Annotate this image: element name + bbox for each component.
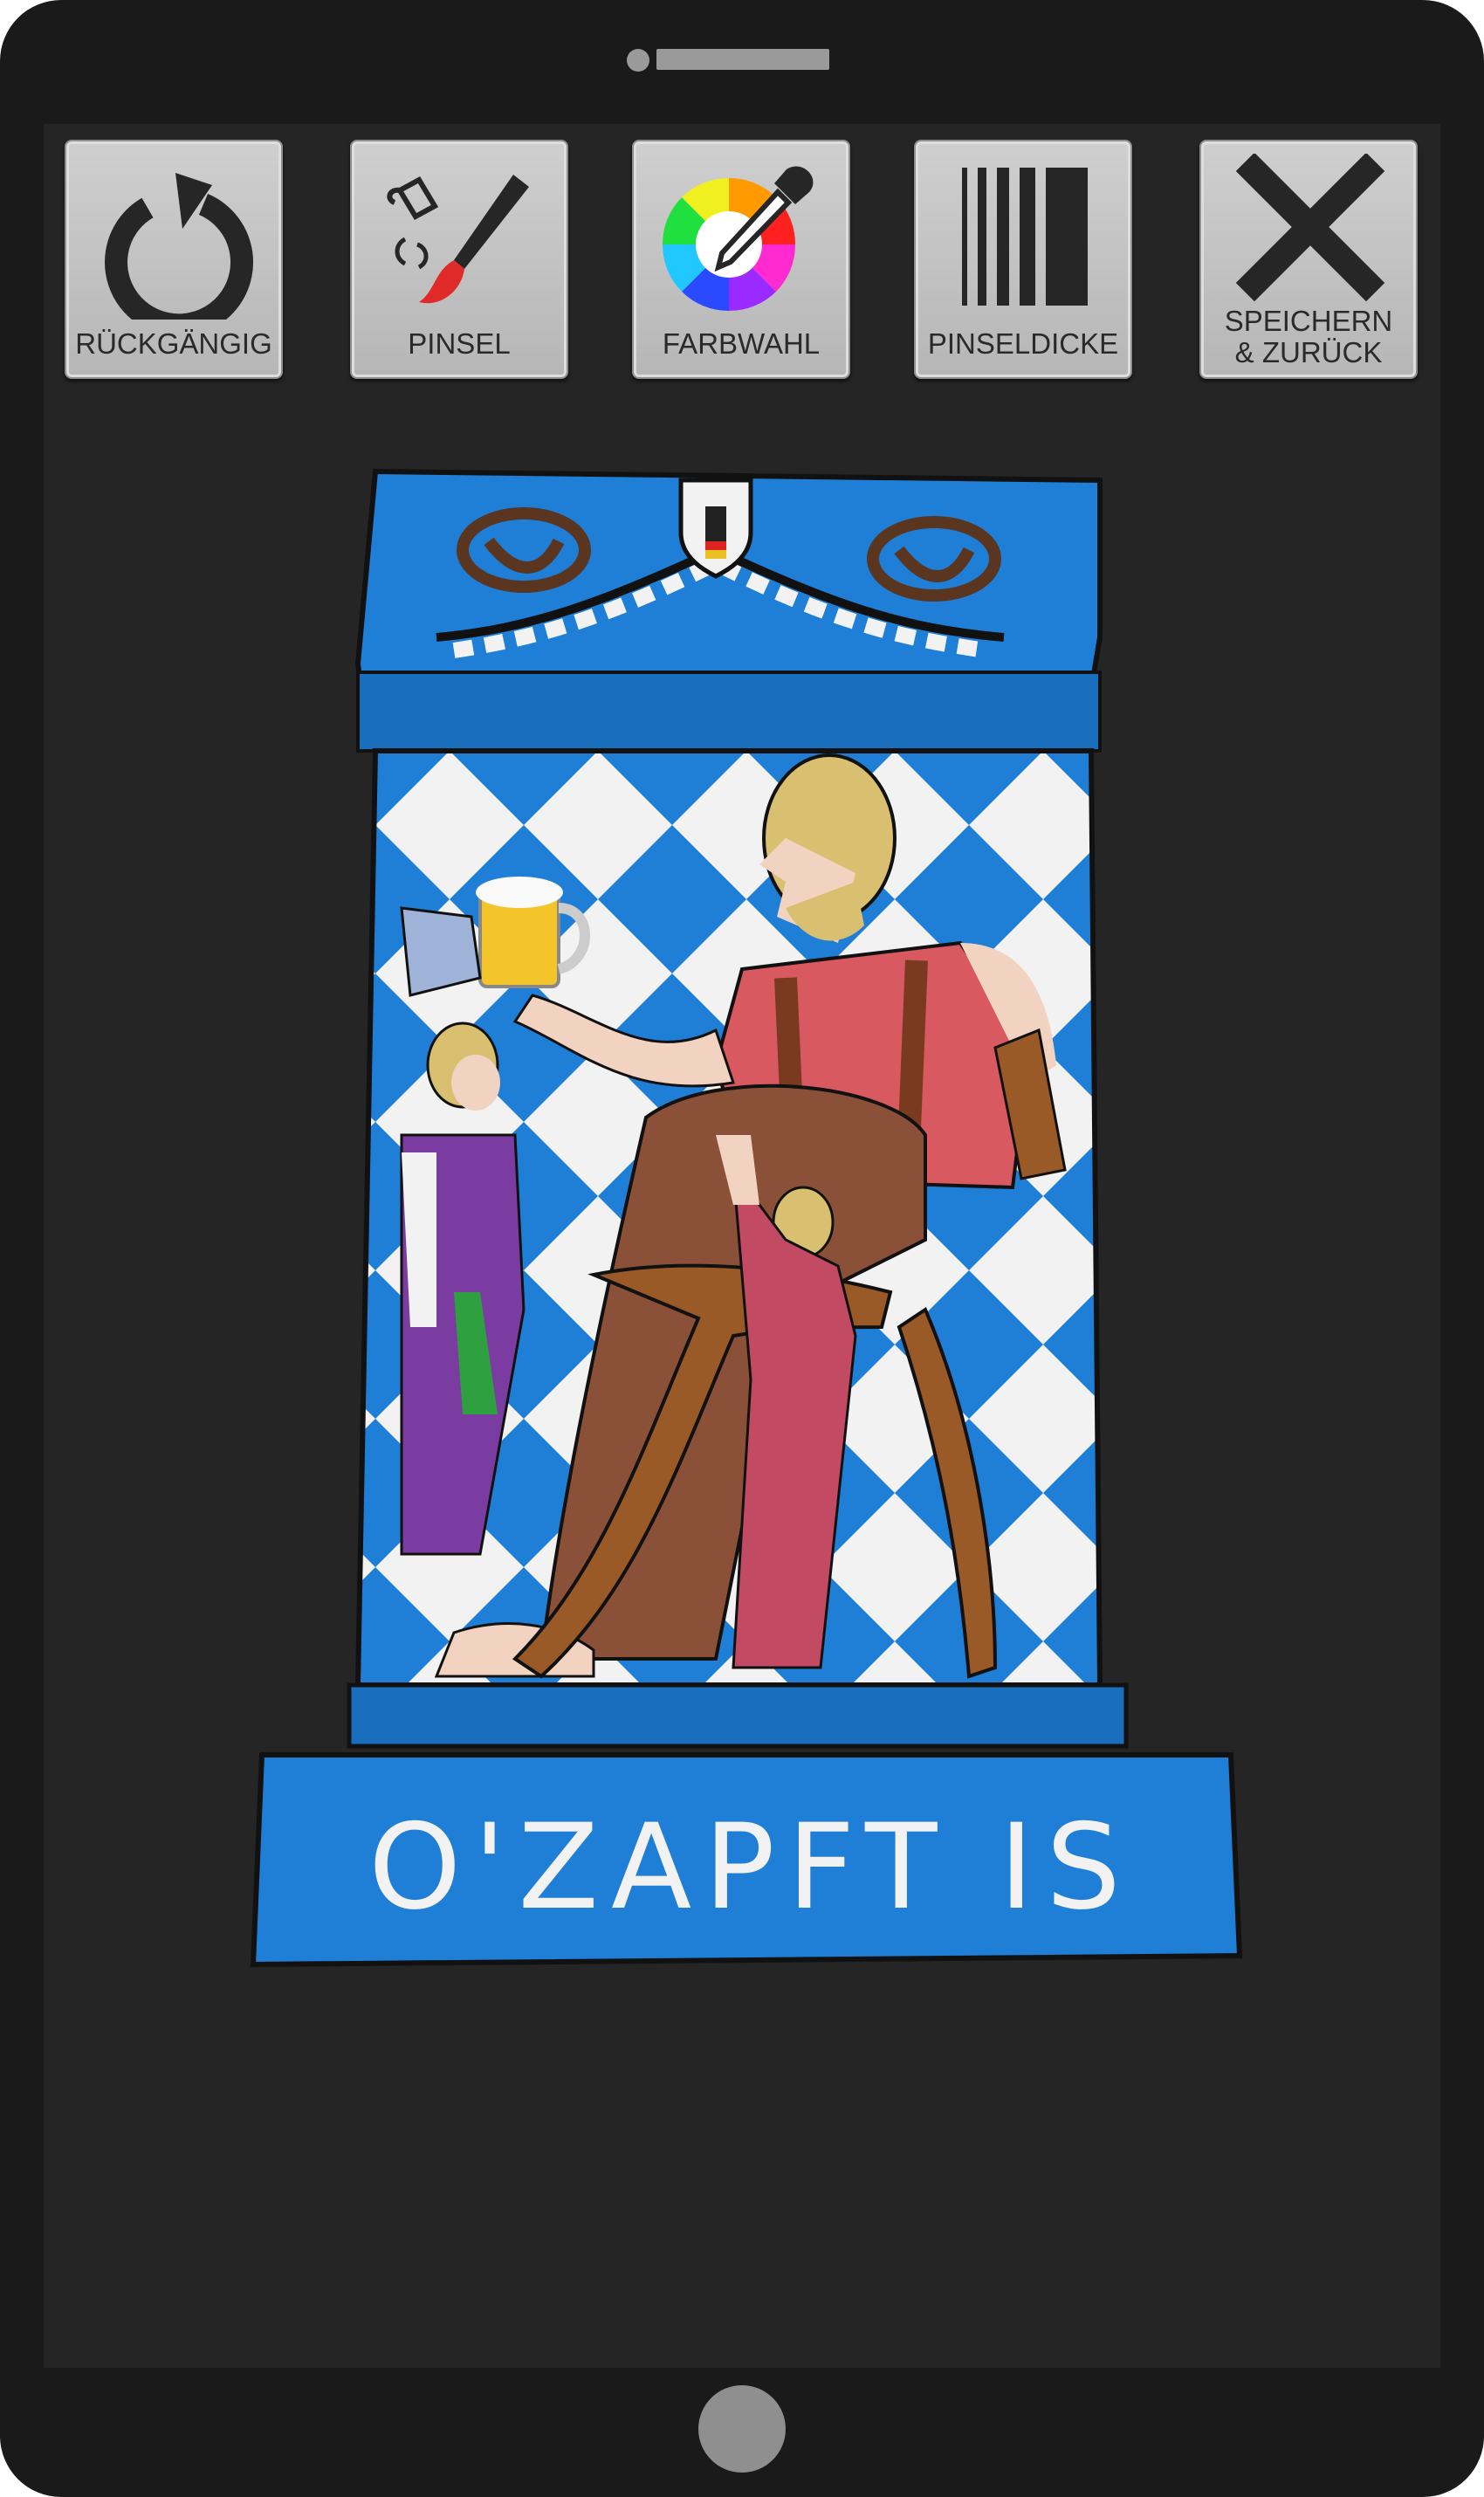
brush-size-label: PINSELDICKE [927,327,1119,360]
color-label: FARBWAHL [662,327,821,360]
brush-size-button[interactable]: PINSELDICKE [914,140,1132,379]
brush-label: PINSEL [408,327,511,360]
sculpture-text: O'ZAPFT IS [368,1799,1133,1936]
color-picker-button[interactable]: FARBWAHL [632,140,850,379]
header-block [354,468,1103,753]
undo-icon [105,173,254,320]
brush-size-icon [962,168,1088,306]
save-and-back-button[interactable]: SPEICHERN & ZURÜCK [1199,140,1418,379]
swap-arrows-icon [395,237,429,270]
brush-button[interactable]: PINSEL [350,140,568,379]
undo-button[interactable]: RÜCKGÄNGIG [65,140,283,379]
save-label: SPEICHERN & ZURÜCK [1224,305,1393,368]
crest-icon [678,478,753,579]
base-block: O'ZAPFT IS [250,1682,1243,1968]
sculpture-canvas[interactable]: O'ZAPFT IS [227,454,1257,1991]
brush-icon [387,175,529,304]
paint-bucket-icon [387,175,439,221]
color-wheel-icon [662,166,814,312]
speaker-grille [656,49,829,70]
tablet-frame: RÜCKGÄNGIG PINSEL FARBWAHL PINSELDICKE S… [0,0,1484,2497]
undo-label: RÜCKGÄNGIG [75,327,272,360]
camera-dot [627,49,649,72]
home-button[interactable] [698,2385,786,2473]
close-icon [1235,154,1385,302]
